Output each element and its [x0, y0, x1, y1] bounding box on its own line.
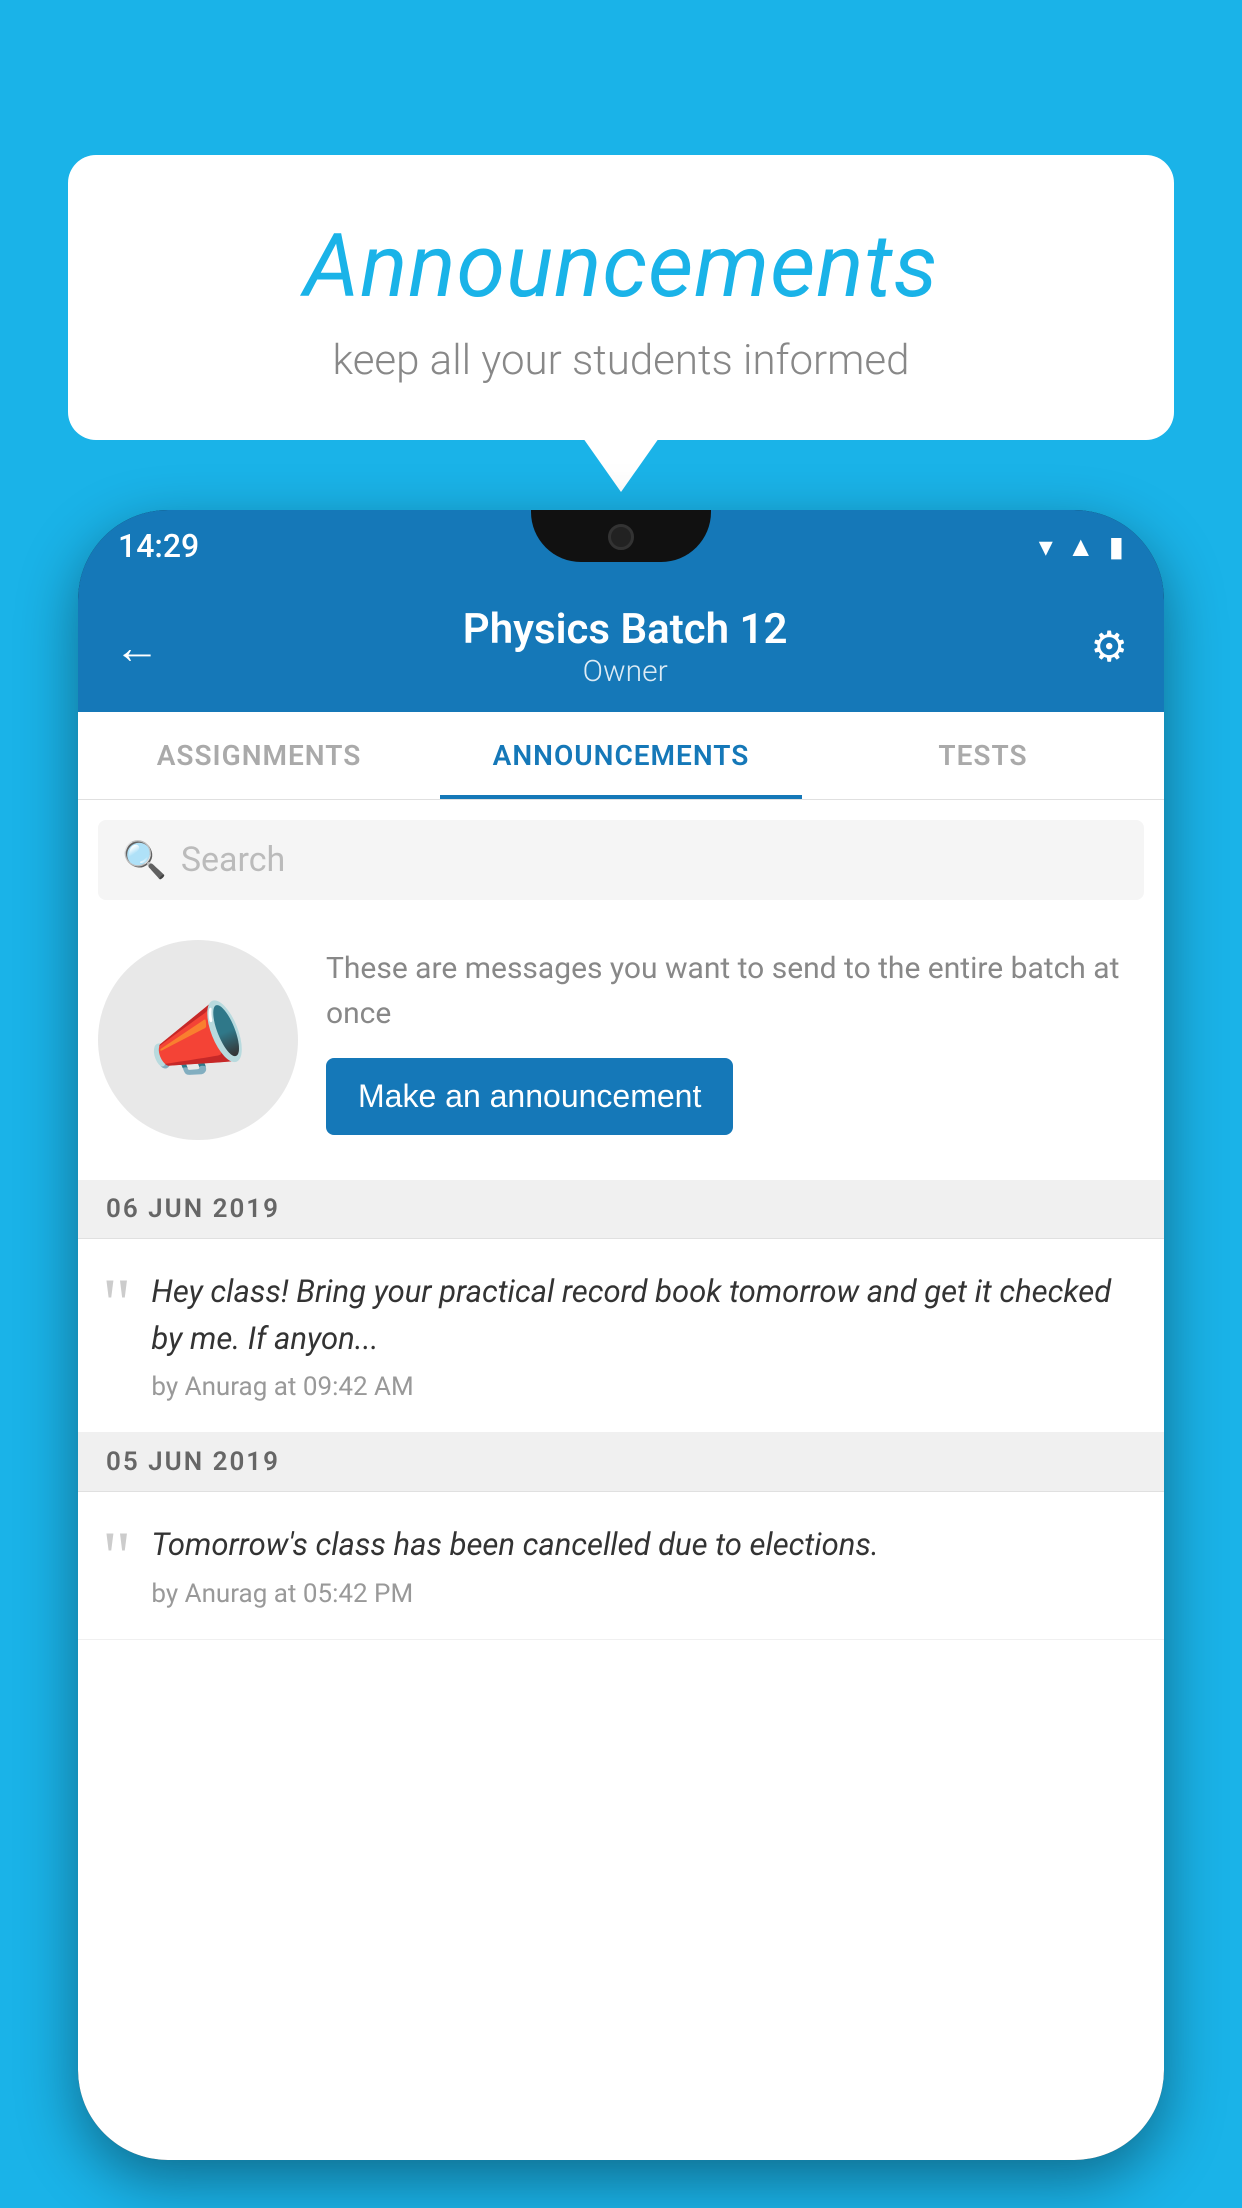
announcement-meta-1: by Anurag at 09:42 AM: [151, 1372, 1140, 1402]
empty-state-description: These are messages you want to send to t…: [326, 946, 1144, 1036]
empty-state: 📣 These are messages you want to send to…: [78, 900, 1164, 1180]
status-time: 14:29: [118, 527, 199, 565]
tabs-bar: ASSIGNMENTS ANNOUNCEMENTS TESTS: [78, 712, 1164, 800]
announcement-meta-2: by Anurag at 05:42 PM: [151, 1579, 1140, 1609]
settings-button[interactable]: ⚙: [1090, 622, 1128, 672]
status-icons: ▾ ▲ ▮: [1039, 530, 1124, 563]
announcement-text-1: Hey class! Bring your practical record b…: [151, 1269, 1140, 1362]
tab-assignments[interactable]: ASSIGNMENTS: [78, 712, 440, 799]
announcement-item-2[interactable]: " Tomorrow's class has been cancelled du…: [78, 1492, 1164, 1640]
date-separator-2: 05 JUN 2019: [78, 1433, 1164, 1492]
battery-icon: ▮: [1109, 530, 1124, 563]
phone-frame: 14:29 ▾ ▲ ▮ ← Physics Batch 12 Owner ⚙ A…: [78, 510, 1164, 2160]
phone-wrapper: 14:29 ▾ ▲ ▮ ← Physics Batch 12 Owner ⚙ A…: [78, 510, 1164, 2208]
app-bar-subtitle: Owner: [463, 654, 788, 689]
announcement-card: Announcements keep all your students inf…: [68, 155, 1174, 440]
card-title: Announcements: [118, 215, 1124, 318]
tab-announcements[interactable]: ANNOUNCEMENTS: [440, 712, 802, 799]
make-announcement-button[interactable]: Make an announcement: [326, 1058, 733, 1135]
app-bar: ← Physics Batch 12 Owner ⚙: [78, 582, 1164, 712]
quote-icon-2: ": [102, 1532, 131, 1582]
megaphone-icon: 📣: [148, 993, 248, 1087]
empty-state-right: These are messages you want to send to t…: [326, 946, 1144, 1135]
date-separator-1: 06 JUN 2019: [78, 1180, 1164, 1239]
phone-camera: [608, 524, 634, 550]
search-placeholder: Search: [181, 840, 285, 880]
announcement-item-1[interactable]: " Hey class! Bring your practical record…: [78, 1239, 1164, 1433]
wifi-icon: ▾: [1039, 530, 1053, 563]
back-button[interactable]: ←: [114, 620, 160, 675]
announcement-content-2: Tomorrow's class has been cancelled due …: [151, 1522, 1140, 1609]
signal-icon: ▲: [1067, 530, 1095, 563]
tab-tests[interactable]: TESTS: [802, 712, 1164, 799]
search-bar[interactable]: 🔍 Search: [98, 820, 1144, 900]
app-bar-title: Physics Batch 12: [463, 605, 788, 654]
quote-icon-1: ": [102, 1279, 131, 1329]
announcement-content-1: Hey class! Bring your practical record b…: [151, 1269, 1140, 1402]
search-icon: 🔍: [122, 839, 167, 881]
card-subtitle: keep all your students informed: [118, 336, 1124, 385]
phone-notch: [531, 510, 711, 562]
megaphone-circle: 📣: [98, 940, 298, 1140]
app-bar-center: Physics Batch 12 Owner: [463, 605, 788, 689]
announcement-text-2: Tomorrow's class has been cancelled due …: [151, 1522, 1140, 1569]
content-area: 🔍 Search 📣 These are messages you want t…: [78, 800, 1164, 2160]
